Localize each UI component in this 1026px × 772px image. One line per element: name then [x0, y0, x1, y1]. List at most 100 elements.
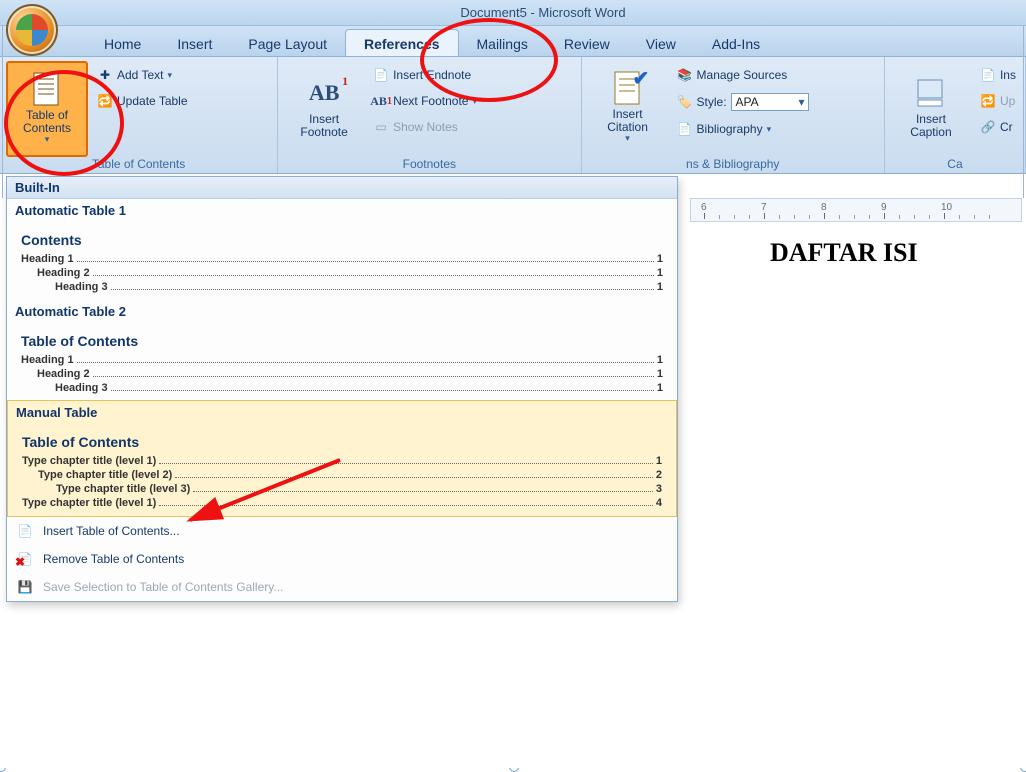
next-footnote-label: Next Footnote: [393, 94, 468, 108]
save-icon: 💾: [17, 579, 33, 595]
update-table-button[interactable]: 🔁 Update Table: [94, 91, 191, 111]
chevron-down-icon: ▾: [767, 124, 772, 135]
gallery-item-subtitle: Table of Contents: [16, 428, 668, 454]
group-label-toc: Table of Contents: [6, 157, 271, 173]
caption-icon: [915, 77, 947, 109]
checkmark-icon: ✔: [633, 68, 650, 90]
group-label-footnotes: Footnotes: [284, 157, 574, 173]
add-text-icon: ✚: [97, 67, 113, 83]
tab-references[interactable]: References: [345, 29, 459, 56]
add-text-button[interactable]: ✚ Add Text ▾: [94, 65, 191, 85]
gallery-section-builtin: Built-In: [7, 177, 677, 199]
tab-review[interactable]: Review: [546, 30, 628, 56]
toc-preview-row: Heading 21: [15, 266, 669, 280]
manage-sources-label: Manage Sources: [697, 68, 788, 82]
toc-preview-row: Heading 11: [15, 252, 669, 266]
toc-preview-row: Heading 31: [15, 381, 669, 395]
doc-icon: 📄: [980, 67, 996, 83]
remove-icon: 📄✖: [17, 551, 33, 567]
insert-tof-button[interactable]: 📄 Ins: [977, 65, 1019, 85]
style-label: Style:: [697, 95, 727, 109]
gallery-item-manual[interactable]: Manual Table Table of Contents Type chap…: [7, 400, 677, 517]
document-heading: DAFTAR ISI: [770, 238, 918, 268]
insert-endnote-button[interactable]: 📄 Insert Endnote: [370, 65, 480, 85]
group-label-citations: ns & Bibliography: [588, 157, 878, 173]
tab-home[interactable]: Home: [86, 30, 159, 56]
gallery-item-title: Manual Table: [16, 403, 668, 428]
insert-toc-menu[interactable]: 📄 Insert Table of Contents...: [7, 517, 677, 545]
office-button[interactable]: [6, 4, 58, 56]
gallery-item-title: Automatic Table 1: [15, 201, 669, 226]
next-footnote-button[interactable]: AB1 Next Footnote ▾: [370, 91, 480, 111]
table-of-contents-button[interactable]: Table of Contents ▾: [6, 61, 88, 157]
insert-endnote-label: Insert Endnote: [393, 68, 471, 82]
ribbon-tabs: Home Insert Page Layout References Maili…: [0, 26, 1026, 57]
gallery-item-auto2[interactable]: Automatic Table 2 Table of Contents Head…: [7, 300, 677, 401]
update-tof-button: 🔁 Up: [977, 91, 1019, 111]
citation-style-control[interactable]: 🏷️ Style: APA: [674, 91, 812, 113]
endnote-icon: 📄: [373, 67, 389, 83]
gallery-item-subtitle: Table of Contents: [15, 327, 669, 353]
toc-preview-row: Type chapter title (level 3)3: [16, 482, 668, 496]
toc-button-label: Table of Contents: [23, 109, 71, 135]
style-combo[interactable]: APA: [731, 93, 809, 111]
insert-toc-label: Insert Table of Contents...: [43, 524, 180, 538]
chevron-down-icon: ▾: [472, 96, 477, 107]
update-icon: 🔁: [980, 93, 996, 109]
tab-mailings[interactable]: Mailings: [459, 30, 546, 56]
toc-preview-row: Heading 11: [15, 353, 669, 367]
add-text-label: Add Text: [117, 68, 163, 82]
show-notes-icon: ▭: [373, 119, 389, 135]
show-notes-button: ▭ Show Notes: [370, 117, 480, 137]
remove-toc-menu[interactable]: 📄✖ Remove Table of Contents: [7, 545, 677, 573]
insert-citation-button[interactable]: ✔ Insert Citation ▾: [588, 61, 668, 155]
tab-page-layout[interactable]: Page Layout: [230, 30, 345, 56]
title-bar: Document5 - Microsoft Word: [0, 0, 1026, 26]
insert-citation-label: Insert Citation: [607, 108, 648, 134]
tab-view[interactable]: View: [628, 30, 694, 56]
manage-sources-icon: 📚: [677, 67, 693, 83]
toc-preview-row: Heading 31: [15, 280, 669, 294]
insert-caption-button[interactable]: Insert Caption: [891, 61, 971, 155]
tab-addins[interactable]: Add-Ins: [694, 30, 778, 56]
chevron-down-icon: ▾: [45, 135, 50, 145]
window-title: Document5 - Microsoft Word: [460, 5, 625, 20]
insert-caption-label: Insert Caption: [910, 113, 951, 139]
manage-sources-button[interactable]: 📚 Manage Sources: [674, 65, 812, 85]
tab-insert[interactable]: Insert: [159, 30, 230, 56]
cross-reference-button[interactable]: 🔗 Cr: [977, 117, 1019, 137]
crossref-icon: 🔗: [980, 119, 996, 135]
toc-preview-row: Heading 21: [15, 367, 669, 381]
bibliography-button[interactable]: 📄 Bibliography ▾: [674, 119, 812, 139]
gallery-footer: 📄 Insert Table of Contents... 📄✖ Remove …: [7, 516, 677, 601]
toc-gallery: Built-In Automatic Table 1 Contents Head…: [6, 176, 678, 602]
chevron-down-icon: ▾: [167, 70, 172, 81]
toc-icon: [31, 73, 63, 105]
update-table-label: Update Table: [117, 94, 188, 108]
chevron-down-icon: ▾: [625, 134, 630, 144]
group-label-captions: Ca: [891, 157, 1019, 173]
bibliography-label: Bibliography: [697, 122, 763, 136]
up-label: Up: [1000, 94, 1015, 108]
ribbon: Table of Contents ▾ ✚ Add Text ▾ 🔁 Updat…: [0, 57, 1026, 174]
toc-small-icon: 📄: [17, 523, 33, 539]
gallery-item-subtitle: Contents: [15, 226, 669, 252]
cr-label: Cr: [1000, 120, 1013, 134]
save-toc-label: Save Selection to Table of Contents Gall…: [43, 580, 283, 594]
toc-preview-row: Type chapter title (level 1)1: [16, 454, 668, 468]
ins-label: Ins: [1000, 68, 1016, 82]
bibliography-icon: 📄: [677, 121, 693, 137]
footnote-icon: AB1: [308, 77, 340, 109]
ruler[interactable]: 678910: [690, 198, 1022, 222]
toc-preview-row: Type chapter title (level 2)2: [16, 468, 668, 482]
gallery-item-auto1[interactable]: Automatic Table 1 Contents Heading 11Hea…: [7, 199, 677, 300]
next-footnote-icon: AB1: [373, 93, 389, 109]
save-toc-menu: 💾 Save Selection to Table of Contents Ga…: [7, 573, 677, 601]
gallery-item-title: Automatic Table 2: [15, 302, 669, 327]
show-notes-label: Show Notes: [393, 120, 458, 134]
remove-toc-label: Remove Table of Contents: [43, 552, 184, 566]
style-icon: 🏷️: [677, 94, 693, 110]
insert-footnote-button[interactable]: AB1 Insert Footnote: [284, 61, 364, 155]
insert-footnote-label: Insert Footnote: [300, 113, 347, 139]
toc-preview-row: Type chapter title (level 1)4: [16, 496, 668, 510]
